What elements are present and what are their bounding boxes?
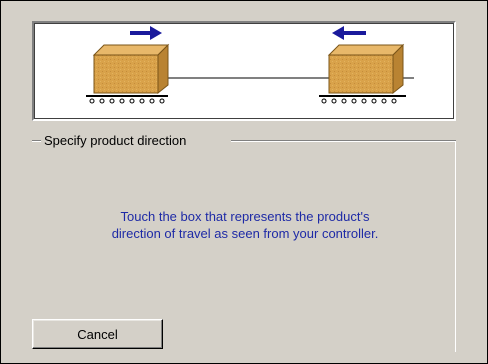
group-frame-right-edge <box>455 142 456 352</box>
left-box-direction-right[interactable] <box>92 43 170 95</box>
left-conveyor-rollers <box>86 95 168 104</box>
group-frame-top-left <box>32 140 41 142</box>
conveyor-diagram <box>86 26 414 104</box>
instruction-line-2: direction of travel as seen from your co… <box>111 226 379 241</box>
product-direction-dialog: Specify product direction Touch the box … <box>0 0 488 364</box>
arrow-right-icon <box>130 26 162 40</box>
instruction-line-1: Touch the box that represents the produc… <box>120 209 370 224</box>
right-box-direction-left[interactable] <box>327 43 405 95</box>
arrow-left-icon <box>332 26 366 40</box>
cancel-button[interactable]: Cancel <box>32 319 163 349</box>
conveyor-illustration <box>32 21 456 121</box>
group-frame-top-right <box>231 140 456 142</box>
right-conveyor-rollers <box>319 95 406 104</box>
instruction-text: Touch the box that represents the produc… <box>61 208 429 242</box>
group-label: Specify product direction <box>41 133 190 149</box>
